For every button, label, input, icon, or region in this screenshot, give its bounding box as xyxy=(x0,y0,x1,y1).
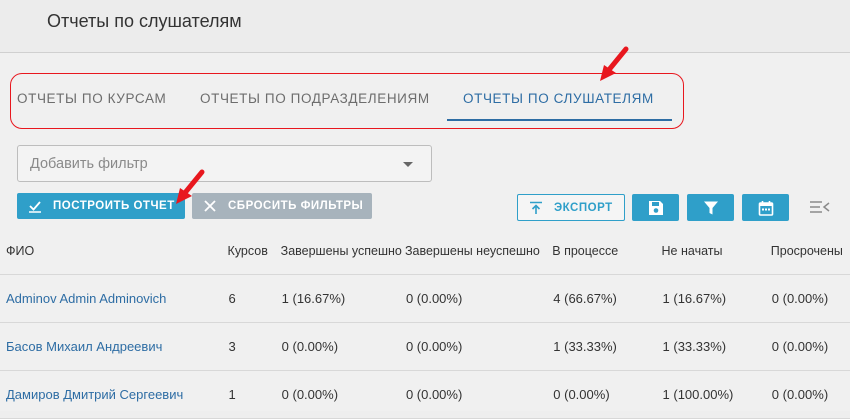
calendar-icon xyxy=(758,200,773,216)
column-header-not-started[interactable]: Не начаты xyxy=(661,228,771,275)
table-row: Басов Михаил Андреевич 3 0 (0.00%) 0 (0.… xyxy=(0,322,850,371)
export-label: ЭКСПОРТ xyxy=(554,201,613,214)
active-tab-indicator xyxy=(447,119,672,121)
cell-in-progress: 0 (0.00%) xyxy=(552,370,662,419)
filter-button[interactable] xyxy=(687,194,734,221)
upload-icon xyxy=(528,200,544,216)
close-icon xyxy=(202,198,218,214)
table-header-row: ФИО Курсов Завершены успешно Завершены н… xyxy=(0,228,850,275)
reset-filters-label: СБРОСИТЬ ФИЛЬТРЫ xyxy=(228,200,364,212)
collapse-columns-icon[interactable] xyxy=(809,199,831,215)
tab-department-reports[interactable]: ОТЧЕТЫ ПО ПОДРАЗДЕЛЕНИЯМ xyxy=(200,91,430,106)
page-title: Отчеты по слушателям xyxy=(47,11,242,31)
listener-name-link[interactable]: Басов Михаил Андреевич xyxy=(0,322,228,371)
cell-not-started: 1 (16.67%) xyxy=(661,274,771,323)
listener-name-link[interactable]: Дамиров Дмитрий Сергеевич xyxy=(0,370,228,419)
tab-listener-reports[interactable]: ОТЧЕТЫ ПО СЛУШАТЕЛЯМ xyxy=(463,91,654,106)
column-header-name[interactable]: ФИО xyxy=(0,228,228,275)
column-header-overdue[interactable]: Просрочены xyxy=(770,228,850,275)
cell-overdue: 0 (0.00%) xyxy=(770,370,850,419)
cell-failed: 0 (0.00%) xyxy=(404,274,553,323)
add-filter-placeholder: Добавить фильтр xyxy=(30,156,148,172)
column-header-failed[interactable]: Завершены неуспешно xyxy=(404,228,553,275)
annotation-arrow-icon xyxy=(600,46,629,81)
add-filter-select[interactable]: Добавить фильтр xyxy=(17,145,432,182)
cell-failed: 0 (0.00%) xyxy=(404,370,553,419)
filter-icon xyxy=(703,201,718,214)
cell-courses: 3 xyxy=(227,322,281,371)
tab-course-reports[interactable]: ОТЧЕТЫ ПО КУРСАМ xyxy=(17,91,166,106)
calendar-button[interactable] xyxy=(742,194,789,221)
column-header-in-progress[interactable]: В процессе xyxy=(552,228,662,275)
check-icon xyxy=(27,198,43,214)
column-header-success[interactable]: Завершены успешно xyxy=(280,228,405,275)
build-report-label: ПОСТРОИТЬ ОТЧЕТ xyxy=(53,200,175,212)
table-row: Adminov Admin Adminovich 6 1 (16.67%) 0 … xyxy=(0,274,850,323)
cell-not-started: 1 (33.33%) xyxy=(661,322,771,371)
reset-filters-button[interactable]: СБРОСИТЬ ФИЛЬТРЫ xyxy=(192,193,372,219)
cell-courses: 6 xyxy=(227,274,281,323)
cell-success: 1 (16.67%) xyxy=(280,274,405,323)
main-content: ОТЧЕТЫ ПО КУРСАМ ОТЧЕТЫ ПО ПОДРАЗДЕЛЕНИЯ… xyxy=(0,46,850,419)
chevron-down-icon xyxy=(403,162,413,167)
cell-success: 0 (0.00%) xyxy=(280,322,405,371)
table-row: Дамиров Дмитрий Сергеевич 1 0 (0.00%) 0 … xyxy=(0,370,850,419)
listeners-report-table: ФИО Курсов Завершены успешно Завершены н… xyxy=(0,228,850,419)
cell-courses: 1 xyxy=(227,370,281,419)
cell-overdue: 0 (0.00%) xyxy=(770,274,850,323)
cell-not-started: 1 (100.00%) xyxy=(661,370,771,419)
column-header-courses[interactable]: Курсов xyxy=(227,228,281,275)
page-header: Отчеты по слушателям xyxy=(0,0,850,53)
listener-name-link[interactable]: Adminov Admin Adminovich xyxy=(0,274,228,323)
cell-in-progress: 4 (66.67%) xyxy=(552,274,662,323)
cell-failed: 0 (0.00%) xyxy=(404,322,553,371)
save-icon xyxy=(648,200,663,215)
cell-in-progress: 1 (33.33%) xyxy=(552,322,662,371)
save-button[interactable] xyxy=(632,194,679,221)
build-report-button[interactable]: ПОСТРОИТЬ ОТЧЕТ xyxy=(17,193,185,219)
cell-success: 0 (0.00%) xyxy=(280,370,405,419)
cell-overdue: 0 (0.00%) xyxy=(770,322,850,371)
export-button[interactable]: ЭКСПОРТ xyxy=(517,194,625,221)
